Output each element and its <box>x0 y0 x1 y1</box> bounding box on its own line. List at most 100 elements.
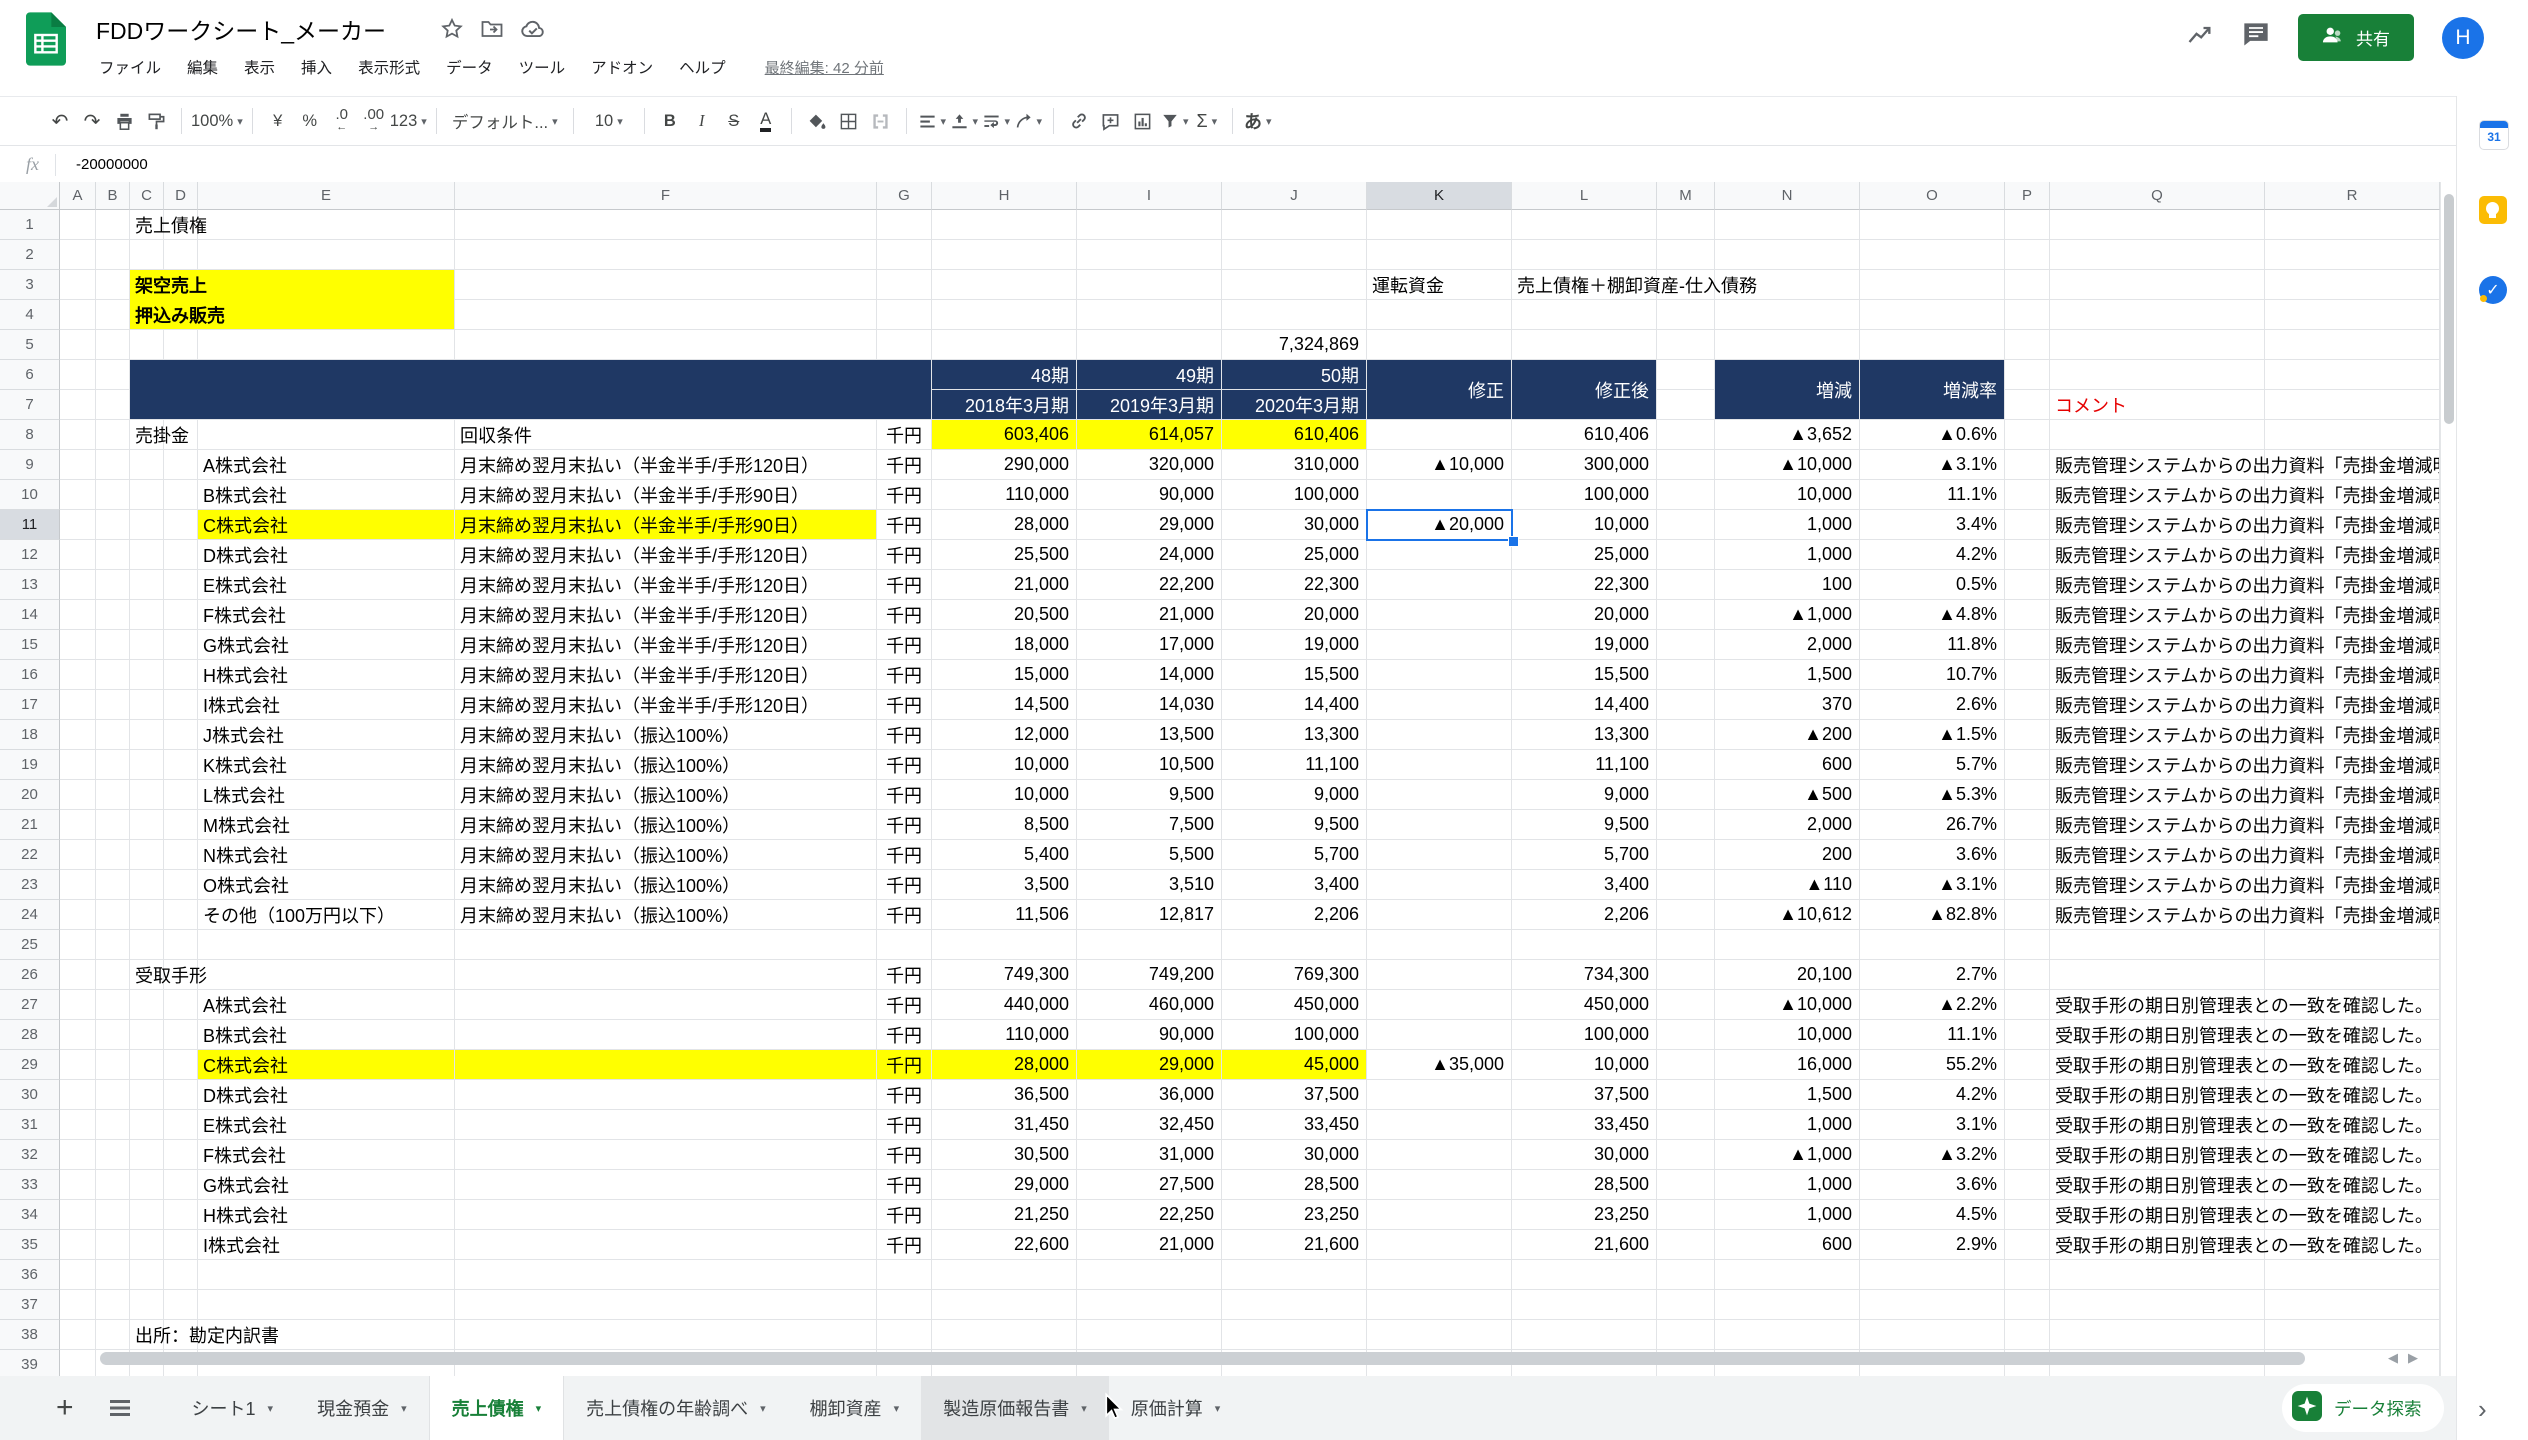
cell-H15[interactable]: 18,000 <box>932 630 1076 659</box>
all-sheets-icon[interactable] <box>109 1400 130 1416</box>
paint-format-button[interactable] <box>140 103 172 139</box>
font-select[interactable]: デフォルト... ▾ <box>446 103 564 139</box>
cell-O15[interactable]: 11.8% <box>1860 630 2004 659</box>
cell-I6[interactable]: 49期 <box>1077 360 1221 389</box>
cell-Q22[interactable]: 販売管理システムからの出力資料「売掛金増減明細」 <box>2050 840 2439 869</box>
cell-E11[interactable]: C株式会社 <box>198 510 454 539</box>
cell-E20[interactable]: L株式会社 <box>198 780 454 809</box>
cell-L15[interactable]: 19,000 <box>1512 630 1656 659</box>
cell-F10[interactable]: 月末締め翌月末払い（半金半手/手形90日） <box>455 480 876 509</box>
cell-E15[interactable]: G株式会社 <box>198 630 454 659</box>
cell-G14[interactable]: 千円 <box>877 600 931 629</box>
cell-J17[interactable]: 14,400 <box>1222 690 1366 719</box>
column-header-N[interactable]: N <box>1715 182 1860 210</box>
cell-J35[interactable]: 21,600 <box>1222 1230 1366 1259</box>
cell-G23[interactable]: 千円 <box>877 870 931 899</box>
cell-F20[interactable]: 月末締め翌月末払い（振込100%） <box>455 780 876 809</box>
insights-icon[interactable] <box>2186 21 2214 54</box>
cell-J6[interactable]: 50期 <box>1222 360 1366 389</box>
cells-area[interactable]: 48期 49期 50期 2018年3月期 2019年3月期 2020年3月期 修正 修正後 増減… <box>0 210 2440 1376</box>
cell-Q23[interactable]: 販売管理システムからの出力資料「売掛金増減明細」 <box>2050 870 2439 899</box>
cell-N10[interactable]: 10,000 <box>1715 480 1859 509</box>
redo-button[interactable]: ↷ <box>76 103 108 139</box>
cell-Q35[interactable]: 受取手形の期日別管理表との一致を確認した。 <box>2050 1230 2439 1259</box>
cell-I31[interactable]: 32,450 <box>1077 1110 1221 1139</box>
italic-button[interactable]: I <box>686 103 718 139</box>
cell-E30[interactable]: D株式会社 <box>198 1080 454 1109</box>
cell-H10[interactable]: 110,000 <box>932 480 1076 509</box>
menu-item-9[interactable]: ヘルプ <box>666 50 739 84</box>
cell-N30[interactable]: 1,500 <box>1715 1080 1859 1109</box>
cell-G34[interactable]: 千円 <box>877 1200 931 1229</box>
cell-H8[interactable]: 603,406 <box>932 420 1076 449</box>
selection-fill-handle[interactable] <box>1508 536 1519 547</box>
cell-H27[interactable]: 440,000 <box>932 990 1076 1019</box>
cell-O29[interactable]: 55.2% <box>1860 1050 2004 1079</box>
format-percent-button[interactable]: % <box>294 103 326 139</box>
cell-C38[interactable]: 出所：勘定内訳書 <box>130 1320 876 1349</box>
cell-E29[interactable]: C株式会社 <box>198 1050 454 1079</box>
cell-N12[interactable]: 1,000 <box>1715 540 1859 569</box>
cell-O23[interactable]: ▲3.1% <box>1860 870 2004 899</box>
cell-J29[interactable]: 45,000 <box>1222 1050 1366 1079</box>
last-edit-link[interactable]: 最終編集: 42 分前 <box>765 57 884 78</box>
cell-Q7[interactable]: コメント <box>2050 390 2264 419</box>
tab-menu-icon[interactable]: ▾ <box>894 1402 900 1415</box>
cell-O13[interactable]: 0.5% <box>1860 570 2004 599</box>
cell-E35[interactable]: I株式会社 <box>198 1230 454 1259</box>
menu-item-5[interactable]: 表示形式 <box>345 50 433 84</box>
cell-L12[interactable]: 25,000 <box>1512 540 1656 569</box>
cell-N32[interactable]: ▲1,000 <box>1715 1140 1859 1169</box>
cell-O26[interactable]: 2.7% <box>1860 960 2004 989</box>
cell-I9[interactable]: 320,000 <box>1077 450 1221 479</box>
cell-E17[interactable]: I株式会社 <box>198 690 454 719</box>
cell-I10[interactable]: 90,000 <box>1077 480 1221 509</box>
cell-L29[interactable]: 10,000 <box>1512 1050 1656 1079</box>
cell-H14[interactable]: 20,500 <box>932 600 1076 629</box>
tab-menu-icon[interactable]: ▾ <box>1081 1402 1087 1415</box>
move-to-folder-icon[interactable] <box>480 17 504 46</box>
column-header-D[interactable]: D <box>164 182 198 210</box>
undo-button[interactable]: ↶ <box>44 103 76 139</box>
cell-O35[interactable]: 2.9% <box>1860 1230 2004 1259</box>
cell-O27[interactable]: ▲2.2% <box>1860 990 2004 1019</box>
cell-N16[interactable]: 1,500 <box>1715 660 1859 689</box>
cell-F14[interactable]: 月末締め翌月末払い（半金半手/手形120日） <box>455 600 876 629</box>
cell-L13[interactable]: 22,300 <box>1512 570 1656 599</box>
menu-item-1[interactable]: ファイル <box>86 50 174 84</box>
cell-L22[interactable]: 5,700 <box>1512 840 1656 869</box>
column-header-L[interactable]: L <box>1512 182 1657 210</box>
cell-H32[interactable]: 30,500 <box>932 1140 1076 1169</box>
cell-K29[interactable]: ▲35,000 <box>1367 1050 1511 1079</box>
cell-J19[interactable]: 11,100 <box>1222 750 1366 779</box>
cell-J33[interactable]: 28,500 <box>1222 1170 1366 1199</box>
cell-E18[interactable]: J株式会社 <box>198 720 454 749</box>
cell-G29[interactable]: 千円 <box>877 1050 931 1079</box>
cell-L32[interactable]: 30,000 <box>1512 1140 1656 1169</box>
cell-I30[interactable]: 36,000 <box>1077 1080 1221 1109</box>
cell-J22[interactable]: 5,700 <box>1222 840 1366 869</box>
cell-N29[interactable]: 16,000 <box>1715 1050 1859 1079</box>
cell-Q31[interactable]: 受取手形の期日別管理表との一致を確認した。 <box>2050 1110 2439 1139</box>
cell-Q24[interactable]: 販売管理システムからの出力資料「売掛金増減明細」 <box>2050 900 2439 929</box>
cell-J10[interactable]: 100,000 <box>1222 480 1366 509</box>
cell-N23[interactable]: ▲110 <box>1715 870 1859 899</box>
cell-E16[interactable]: H株式会社 <box>198 660 454 689</box>
cell-O31[interactable]: 3.1% <box>1860 1110 2004 1139</box>
google-sheets-logo-icon[interactable] <box>26 12 66 66</box>
cell-N6[interactable]: 増減 <box>1715 360 1859 419</box>
cell-F29[interactable] <box>455 1050 876 1079</box>
cell-H19[interactable]: 10,000 <box>932 750 1076 779</box>
explore-button[interactable]: データ探索 <box>2282 1384 2444 1432</box>
cell-I13[interactable]: 22,200 <box>1077 570 1221 599</box>
cell-G24[interactable]: 千円 <box>877 900 931 929</box>
cell-C8[interactable]: 売掛金 <box>130 420 454 449</box>
google-calendar-icon[interactable]: 31 <box>2479 120 2509 150</box>
text-wrap-button[interactable]: ▾ <box>980 103 1012 139</box>
insert-link-button[interactable] <box>1063 103 1095 139</box>
cell-H18[interactable]: 12,000 <box>932 720 1076 749</box>
cell-Q30[interactable]: 受取手形の期日別管理表との一致を確認した。 <box>2050 1080 2439 1109</box>
side-panel-collapse-icon[interactable]: › <box>2478 1394 2487 1425</box>
cell-N31[interactable]: 1,000 <box>1715 1110 1859 1139</box>
cell-E13[interactable]: E株式会社 <box>198 570 454 599</box>
